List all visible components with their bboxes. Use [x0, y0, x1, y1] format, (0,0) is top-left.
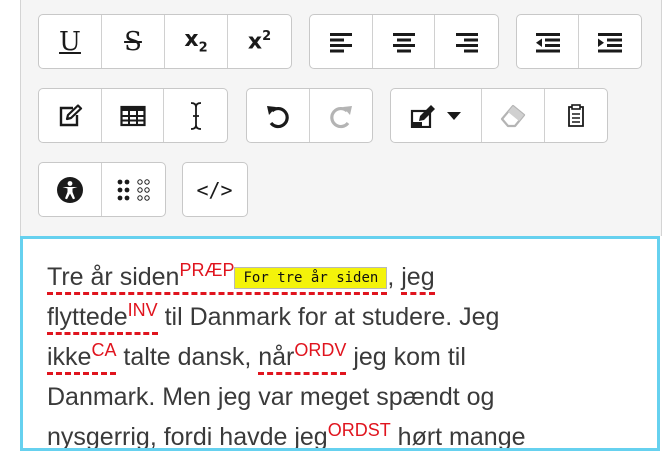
strikethrough-icon: S — [124, 26, 142, 57]
error-span[interactable]: jeg — [401, 263, 435, 295]
text-style-group: U S x2 x2 — [38, 14, 292, 69]
table-button[interactable] — [102, 89, 165, 142]
accessibility-button[interactable] — [39, 163, 102, 216]
eraser-button[interactable] — [482, 89, 545, 142]
code-icon: </> — [196, 177, 233, 202]
redo-button[interactable] — [310, 89, 373, 142]
eraser-icon — [500, 104, 525, 127]
text-line: flyttedeINV til Danmark for at studere. … — [47, 297, 607, 337]
error-tag: ORDV — [294, 340, 347, 360]
history-group — [246, 88, 373, 143]
highlight-button[interactable] — [391, 89, 483, 142]
text-cursor-button[interactable] — [164, 89, 227, 142]
strikethrough-button[interactable]: S — [102, 15, 165, 68]
align-right-button[interactable] — [435, 15, 498, 68]
edit-button[interactable] — [39, 89, 102, 142]
format-group — [390, 88, 608, 143]
alignment-group — [309, 14, 499, 69]
table-icon — [119, 105, 146, 126]
text-line: Tre år sidenPRÆP For tre år siden, jeg — [47, 257, 607, 297]
braille-icon — [117, 178, 150, 201]
subscript-button[interactable]: x2 — [165, 15, 228, 68]
text-line: nysgerrig, fordi havde jegORDST hørt man… — [47, 420, 526, 451]
clipboard-icon — [567, 103, 584, 127]
error-span[interactable]: flyttedeINV — [47, 300, 158, 335]
editor-text: Tre år sidenPRÆP For tre år siden, jeg fl… — [47, 257, 607, 451]
text-line: ikkeCA talte dansk, nårORDV jeg kom til — [47, 337, 607, 377]
indent-group — [516, 14, 642, 69]
align-left-icon — [329, 32, 352, 52]
error-span[interactable]: ikkeCA — [47, 340, 117, 375]
code-group: </> — [182, 162, 248, 217]
paste-button[interactable] — [545, 89, 607, 142]
error-tag: PRÆP — [179, 260, 235, 280]
underline-button[interactable]: U — [39, 15, 102, 68]
error-span[interactable]: nårORDV — [258, 340, 347, 375]
error-span[interactable]: Tre år sidenPRÆP For tre år siden — [47, 260, 388, 295]
dropdown-caret-icon — [447, 111, 462, 120]
underline-icon: U — [59, 26, 81, 57]
braille-button[interactable] — [102, 163, 165, 216]
error-tag: CA — [91, 340, 117, 360]
subscript-icon: x2 — [184, 26, 208, 56]
suggestion-badge[interactable]: For tre år siden — [234, 267, 388, 289]
text-line: Danmark. Men jeg var meget spændt og — [47, 383, 495, 411]
editor-content-area[interactable]: Tre år sidenPRÆP For tre år siden, jeg fl… — [20, 236, 660, 451]
error-tag: INV — [127, 300, 158, 320]
align-center-button[interactable] — [373, 15, 436, 68]
text-cursor-icon — [190, 101, 201, 130]
outdent-icon — [535, 32, 560, 52]
error-tag: ORDST — [327, 420, 391, 440]
align-center-icon — [392, 32, 415, 52]
outdent-button[interactable] — [517, 15, 580, 68]
insert-group — [38, 88, 228, 143]
html-code-button[interactable]: </> — [183, 163, 246, 216]
highlighter-icon — [410, 104, 436, 128]
indent-icon — [598, 32, 622, 52]
undo-icon — [266, 105, 289, 128]
superscript-icon: x2 — [247, 28, 272, 55]
redo-icon — [330, 105, 352, 128]
align-right-icon — [455, 32, 478, 52]
accessibility-group — [38, 162, 166, 217]
accessibility-icon — [57, 176, 83, 203]
edit-icon — [59, 103, 82, 126]
undo-button[interactable] — [247, 89, 310, 142]
align-left-button[interactable] — [310, 15, 373, 68]
indent-button[interactable] — [579, 15, 641, 68]
superscript-button[interactable]: x2 — [228, 15, 291, 68]
